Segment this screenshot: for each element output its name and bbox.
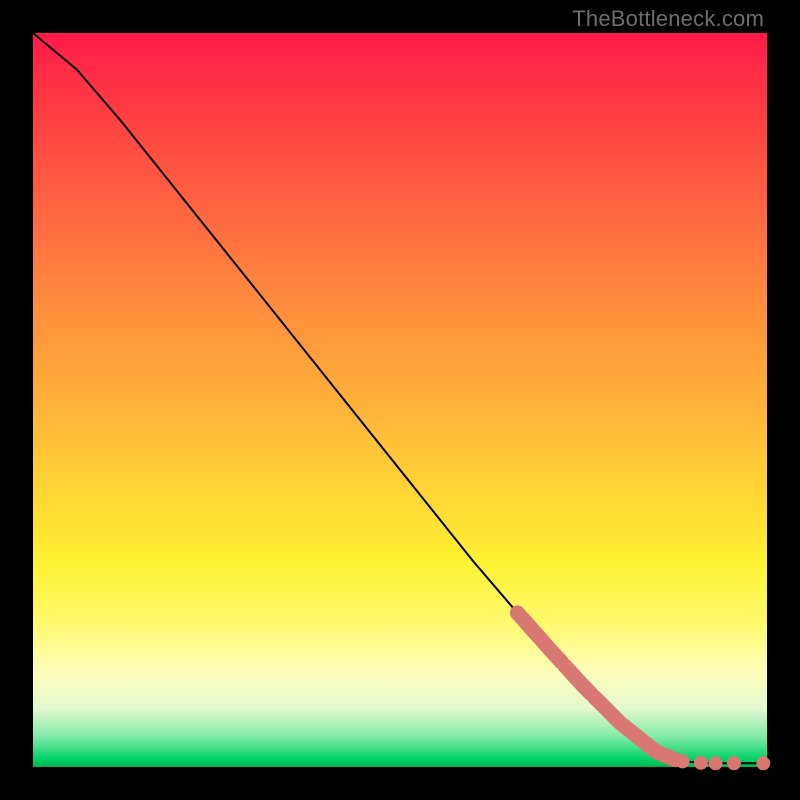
tail-marker: [676, 754, 690, 768]
tail-marker: [727, 756, 741, 770]
bottleneck-curve: [33, 33, 767, 763]
tail-marker: [709, 756, 723, 770]
highlight-segment: [646, 744, 675, 760]
highlight-segment: [517, 613, 561, 662]
highlight-segment: [565, 666, 591, 694]
watermark-text: TheBottleneck.com: [572, 6, 764, 32]
highlight-segment: [595, 697, 621, 723]
chart-frame: TheBottleneck.com: [0, 0, 800, 800]
chart-svg: [33, 33, 767, 767]
plot-area: [33, 33, 767, 767]
data-markers: [517, 613, 770, 770]
highlight-segment: [624, 726, 642, 741]
tail-marker: [694, 756, 708, 770]
tail-marker: [756, 756, 770, 770]
